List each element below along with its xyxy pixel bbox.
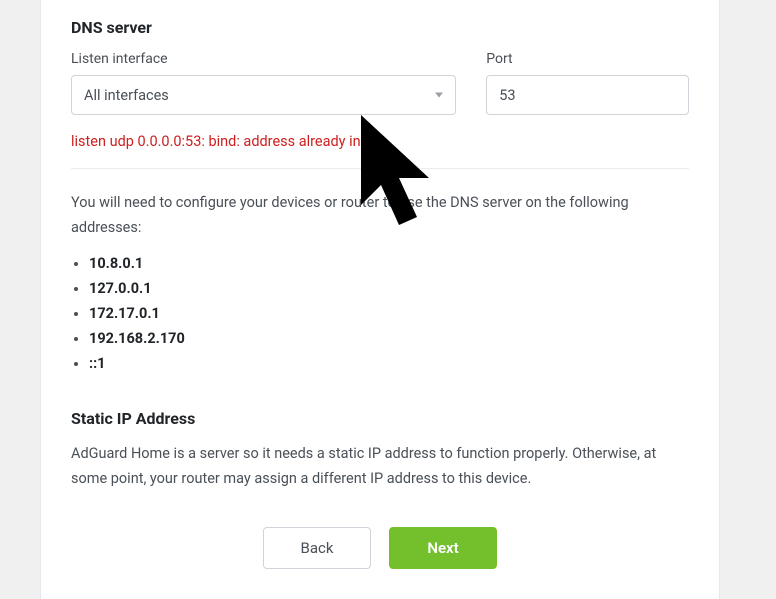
ip-address-list: 10.8.0.1 127.0.0.1 172.17.0.1 192.168.2.… [71,252,689,377]
port-input[interactable]: 53 [486,75,689,115]
list-item: 172.17.0.1 [89,302,689,327]
settings-card: DNS server Listen interface All interfac… [40,0,720,599]
port-field: Port 53 [486,51,689,115]
chevron-down-icon [435,93,443,98]
dns-fields-row: Listen interface All interfaces Port 53 [71,51,689,115]
port-value: 53 [499,87,515,104]
list-item: 127.0.0.1 [89,277,689,302]
wizard-buttons: Back Next [71,527,689,569]
static-ip-title: Static IP Address [71,409,689,428]
list-item: ::1 [89,352,689,377]
listen-interface-field: Listen interface All interfaces [71,51,456,115]
back-button[interactable]: Back [263,527,371,569]
divider [71,168,689,169]
list-item: 192.168.2.170 [89,327,689,352]
static-ip-text: AdGuard Home is a server so it needs a s… [71,442,689,491]
port-label: Port [486,51,689,67]
dns-server-title: DNS server [71,18,689,37]
listen-interface-select[interactable]: All interfaces [71,75,456,115]
list-item: 10.8.0.1 [89,252,689,277]
dns-help-text: You will need to configure your devices … [71,191,689,240]
next-button[interactable]: Next [389,527,497,569]
listen-interface-value: All interfaces [84,87,169,104]
listen-interface-label: Listen interface [71,51,456,67]
dns-error-message: listen udp 0.0.0.0:53: bind: address alr… [71,133,689,150]
